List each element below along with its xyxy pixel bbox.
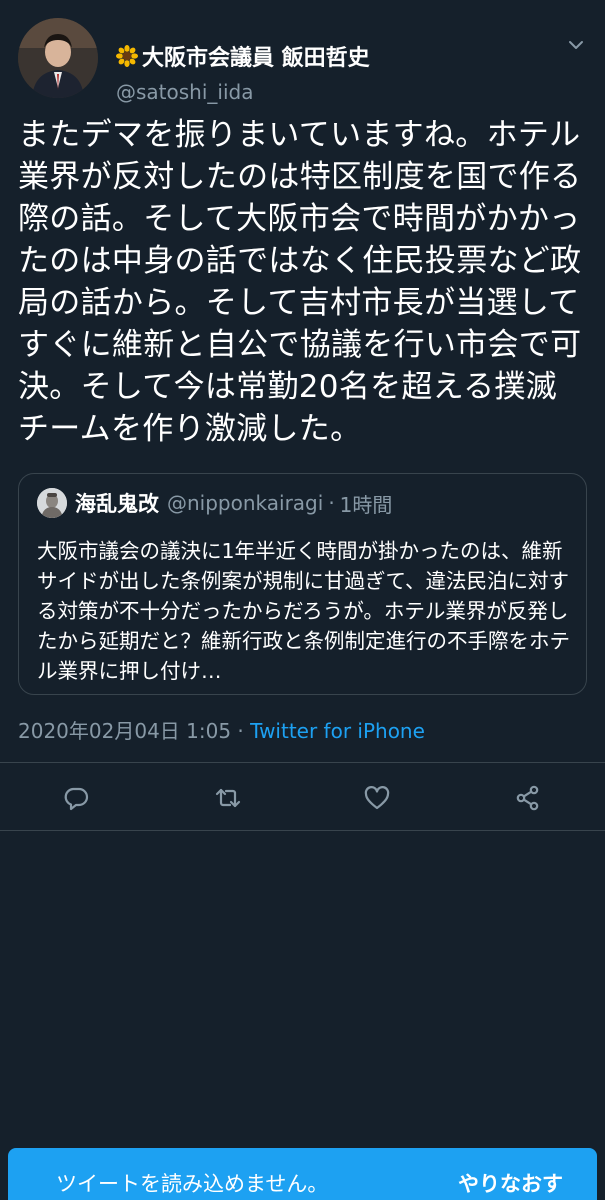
retweet-icon[interactable]	[208, 778, 248, 818]
meta-separator: ·	[231, 719, 251, 743]
quoted-tweet-card[interactable]: 海乱鬼改 @nipponkairagi · 1時間 大阪市議会の議決に1年半近く…	[18, 473, 587, 695]
tweet-header: 大阪市会議員 飯田哲史 @satoshi_iida	[18, 18, 587, 104]
divider	[0, 830, 605, 831]
quoted-timestamp: 1時間	[339, 492, 393, 517]
sunflower-icon	[116, 45, 138, 67]
share-icon[interactable]	[508, 778, 548, 818]
tweet-date[interactable]: 2020年02月04日 1:05	[18, 719, 231, 743]
quoted-author-handle: @nipponkairagi	[167, 491, 324, 515]
tweet-action-bar	[0, 778, 605, 818]
author-display-name[interactable]: 大阪市会議員 飯田哲史	[142, 40, 370, 72]
quoted-tweet-text: 大阪市議会の議決に1年半近く時間が掛かったのは、維新サイドが出した条例案が規制に…	[37, 539, 570, 683]
load-error-banner: ツイートを読み込めません。 やりなおす	[8, 1148, 597, 1200]
separator-dot: ·	[328, 491, 335, 515]
retry-button[interactable]: やりなおす	[458, 1168, 563, 1198]
tweet-metadata: 2020年02月04日 1:05 · Twitter for iPhone	[18, 715, 425, 744]
tweet-detail-screen: 大阪市会議員 飯田哲史 @satoshi_iida またデマを振りまいていますね…	[0, 0, 605, 1200]
error-message: ツイートを読み込めません。	[56, 1172, 329, 1196]
quoted-author-name: 海乱鬼改	[75, 492, 159, 516]
tweet-source-link[interactable]: Twitter for iPhone	[250, 719, 425, 743]
like-icon[interactable]	[357, 778, 397, 818]
quoted-author-avatar	[37, 488, 67, 518]
chevron-down-icon[interactable]	[565, 34, 587, 56]
reply-icon[interactable]	[56, 778, 96, 818]
author-avatar[interactable]	[18, 18, 98, 98]
author-handle[interactable]: @satoshi_iida	[116, 80, 253, 104]
divider	[0, 762, 605, 763]
author-name-row: 大阪市会議員 飯田哲史	[116, 40, 370, 72]
quoted-tweet-header: 海乱鬼改 @nipponkairagi · 1時間	[37, 488, 392, 518]
tweet-body-text: またデマを振りまいていますね。ホテル業界が反対したのは特区制度を国で作る際の話。…	[18, 117, 582, 447]
